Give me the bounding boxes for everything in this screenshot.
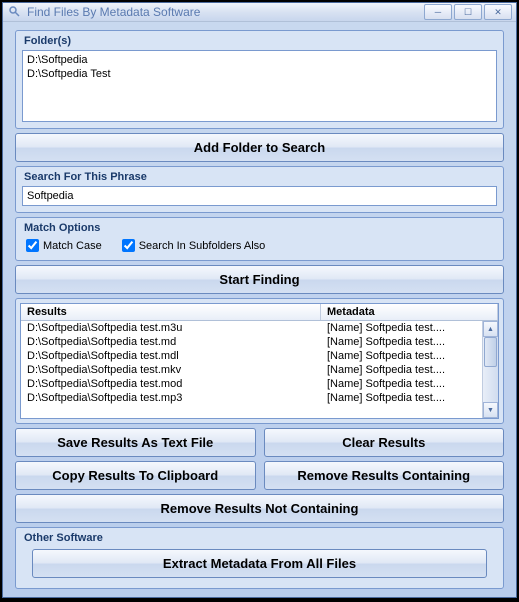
match-fieldset: Match Options Match Case Search In Subfo…: [15, 217, 504, 261]
remove-not-containing-button[interactable]: Remove Results Not Containing: [15, 494, 504, 523]
content-area: Folder(s) D:\Softpedia D:\Softpedia Test…: [3, 22, 516, 597]
search-subfolders-label: Search In Subfolders Also: [139, 240, 266, 252]
result-meta-cell: [Name] Softpedia test....: [321, 391, 482, 405]
match-case-label: Match Case: [43, 240, 102, 252]
table-row[interactable]: D:\Softpedia\Softpedia test.m3u[Name] So…: [21, 321, 482, 335]
table-row[interactable]: D:\Softpedia\Softpedia test.md[Name] Sof…: [21, 335, 482, 349]
results-table[interactable]: Results Metadata D:\Softpedia\Softpedia …: [20, 303, 499, 419]
other-software-fieldset: Other Software Extract Metadata From All…: [15, 527, 504, 589]
match-case-option[interactable]: Match Case: [26, 239, 102, 252]
result-file-cell: D:\Softpedia\Softpedia test.mod: [21, 377, 321, 391]
result-meta-cell: [Name] Softpedia test....: [321, 321, 482, 335]
scroll-thumb[interactable]: [484, 337, 497, 367]
button-row-1: Save Results As Text File Clear Results: [15, 428, 504, 457]
scroll-track[interactable]: [483, 337, 498, 402]
folders-fieldset: Folder(s) D:\Softpedia D:\Softpedia Test: [15, 30, 504, 129]
results-column-file[interactable]: Results: [21, 304, 321, 320]
result-meta-cell: [Name] Softpedia test....: [321, 335, 482, 349]
button-row-2: Copy Results To Clipboard Remove Results…: [15, 461, 504, 490]
result-file-cell: D:\Softpedia\Softpedia test.mdl: [21, 349, 321, 363]
search-legend: Search For This Phrase: [22, 171, 497, 183]
scroll-up-arrow-icon[interactable]: ▲: [483, 321, 498, 337]
results-header: Results Metadata: [21, 304, 498, 321]
add-folder-button[interactable]: Add Folder to Search: [15, 133, 504, 162]
results-scrollbar[interactable]: ▲ ▼: [482, 321, 498, 418]
scroll-down-arrow-icon[interactable]: ▼: [483, 402, 498, 418]
folder-item[interactable]: D:\Softpedia Test: [27, 67, 492, 81]
other-software-legend: Other Software: [22, 532, 497, 544]
results-column-meta[interactable]: Metadata: [321, 304, 498, 320]
maximize-button[interactable]: ☐: [454, 4, 482, 20]
start-finding-button[interactable]: Start Finding: [15, 265, 504, 294]
extract-metadata-button[interactable]: Extract Metadata From All Files: [32, 549, 487, 578]
match-options-row: Match Case Search In Subfolders Also: [22, 237, 497, 254]
search-input[interactable]: [22, 186, 497, 206]
window-controls: ─ ☐ ✕: [424, 4, 512, 20]
result-meta-cell: [Name] Softpedia test....: [321, 363, 482, 377]
close-button[interactable]: ✕: [484, 4, 512, 20]
copy-results-button[interactable]: Copy Results To Clipboard: [15, 461, 256, 490]
search-subfolders-checkbox[interactable]: [122, 239, 135, 252]
search-subfolders-option[interactable]: Search In Subfolders Also: [122, 239, 266, 252]
clear-results-button[interactable]: Clear Results: [264, 428, 505, 457]
match-legend: Match Options: [22, 222, 497, 234]
table-row[interactable]: D:\Softpedia\Softpedia test.mkv[Name] So…: [21, 363, 482, 377]
save-results-button[interactable]: Save Results As Text File: [15, 428, 256, 457]
table-row[interactable]: D:\Softpedia\Softpedia test.mdl[Name] So…: [21, 349, 482, 363]
window-title: Find Files By Metadata Software: [27, 5, 424, 19]
result-file-cell: D:\Softpedia\Softpedia test.m3u: [21, 321, 321, 335]
search-fieldset: Search For This Phrase: [15, 166, 504, 213]
folder-list[interactable]: D:\Softpedia D:\Softpedia Test: [22, 50, 497, 122]
result-file-cell: D:\Softpedia\Softpedia test.mp3: [21, 391, 321, 405]
result-file-cell: D:\Softpedia\Softpedia test.md: [21, 335, 321, 349]
app-window: Find Files By Metadata Software ─ ☐ ✕ Fo…: [2, 2, 517, 598]
folder-item[interactable]: D:\Softpedia: [27, 53, 492, 67]
results-body: D:\Softpedia\Softpedia test.m3u[Name] So…: [21, 321, 498, 418]
remove-containing-button[interactable]: Remove Results Containing: [264, 461, 505, 490]
folders-legend: Folder(s): [22, 35, 497, 47]
result-meta-cell: [Name] Softpedia test....: [321, 349, 482, 363]
results-fieldset: Results Metadata D:\Softpedia\Softpedia …: [15, 298, 504, 424]
titlebar: Find Files By Metadata Software ─ ☐ ✕: [3, 3, 516, 22]
minimize-button[interactable]: ─: [424, 4, 452, 20]
app-icon: [7, 4, 23, 20]
match-case-checkbox[interactable]: [26, 239, 39, 252]
table-row[interactable]: D:\Softpedia\Softpedia test.mod[Name] So…: [21, 377, 482, 391]
result-meta-cell: [Name] Softpedia test....: [321, 377, 482, 391]
table-row[interactable]: D:\Softpedia\Softpedia test.mp3[Name] So…: [21, 391, 482, 405]
result-file-cell: D:\Softpedia\Softpedia test.mkv: [21, 363, 321, 377]
